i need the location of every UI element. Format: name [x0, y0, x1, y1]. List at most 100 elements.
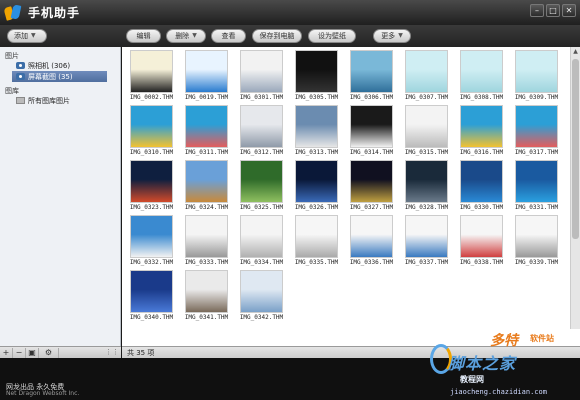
- thumbnail-item[interactable]: IMG_0311.THM: [179, 103, 234, 158]
- watermark-site: 脚本之家: [448, 354, 517, 373]
- thumbnail-image[interactable]: [240, 105, 283, 148]
- thumbnail-item[interactable]: IMG_0341.THM: [179, 268, 234, 323]
- thumbnail-item[interactable]: IMG_0316.THM: [454, 103, 509, 158]
- thumbnail-image[interactable]: [185, 160, 228, 203]
- thumbnail-image[interactable]: [350, 215, 393, 258]
- thumbnail-item[interactable]: IMG_0334.THM: [234, 213, 289, 268]
- thumbnail-filename: IMG_0309.THM: [514, 94, 559, 101]
- thumbnail-item[interactable]: IMG_0330.THM: [454, 158, 509, 213]
- scroll-thumb[interactable]: [572, 59, 579, 239]
- thumbnail-image[interactable]: [130, 160, 173, 203]
- thumbnail-image[interactable]: [240, 160, 283, 203]
- thumbnail-image[interactable]: [405, 215, 448, 258]
- remove-album-button[interactable]: −: [13, 347, 26, 358]
- thumbnail-item[interactable]: IMG_0339.THM: [509, 213, 564, 268]
- thumbnail-image[interactable]: [405, 105, 448, 148]
- resize-grip-icon[interactable]: ⋮⋮: [105, 348, 119, 356]
- thumbnail-item[interactable]: IMG_0002.THM: [124, 48, 179, 103]
- thumbnail-item[interactable]: IMG_0306.THM: [344, 48, 399, 103]
- thumbnail-image[interactable]: [295, 105, 338, 148]
- thumbnail-image[interactable]: [405, 160, 448, 203]
- thumbnail-item[interactable]: IMG_0333.THM: [179, 213, 234, 268]
- thumbnail-item[interactable]: IMG_0323.THM: [124, 158, 179, 213]
- thumbnail-image[interactable]: [295, 215, 338, 258]
- sidebar-item-label: 所有图库图片: [28, 96, 70, 105]
- settings-button[interactable]: ⚙: [39, 347, 59, 358]
- delete-button[interactable]: 删除 ▼: [166, 29, 206, 43]
- thumbnail-item[interactable]: IMG_0310.THM: [124, 103, 179, 158]
- more-button[interactable]: 更多 ▼: [373, 29, 411, 43]
- sidebar-toolbar: + − ▣ ⚙ ⋮⋮: [0, 346, 121, 358]
- thumbnail-item[interactable]: IMG_0327.THM: [344, 158, 399, 213]
- thumbnail-image[interactable]: [460, 215, 503, 258]
- scroll-up-icon[interactable]: ▲: [571, 47, 580, 56]
- thumbnail-item[interactable]: IMG_0342.THM: [234, 268, 289, 323]
- thumbnail-item[interactable]: IMG_0019.THM: [179, 48, 234, 103]
- thumbnail-item[interactable]: IMG_0305.THM: [289, 48, 344, 103]
- thumbnail-item[interactable]: IMG_0308.THM: [454, 48, 509, 103]
- thumbnail-item[interactable]: IMG_0301.THM: [234, 48, 289, 103]
- thumbnail-filename: IMG_0342.THM: [239, 314, 284, 321]
- thumbnail-image[interactable]: [130, 50, 173, 93]
- thumbnail-image[interactable]: [130, 270, 173, 313]
- thumbnail-image[interactable]: [185, 50, 228, 93]
- add-album-button[interactable]: +: [0, 347, 13, 358]
- thumbnail-item[interactable]: IMG_0338.THM: [454, 213, 509, 268]
- thumbnail-item[interactable]: IMG_0332.THM: [124, 213, 179, 268]
- watermark-tagline: 软件站: [530, 334, 554, 343]
- save-to-pc-button[interactable]: 保存到电脑: [252, 29, 302, 43]
- thumbnail-image[interactable]: [350, 105, 393, 148]
- minimize-button[interactable]: –: [530, 4, 544, 17]
- thumbnail-item[interactable]: IMG_0340.THM: [124, 268, 179, 323]
- thumbnail-image[interactable]: [130, 105, 173, 148]
- vertical-scrollbar[interactable]: ▲: [570, 47, 580, 329]
- thumbnail-item[interactable]: IMG_0328.THM: [399, 158, 454, 213]
- thumbnail-image[interactable]: [515, 50, 558, 93]
- thumbnail-item[interactable]: IMG_0325.THM: [234, 158, 289, 213]
- thumbnail-filename: IMG_0340.THM: [129, 314, 174, 321]
- thumbnail-image[interactable]: [295, 160, 338, 203]
- thumbnail-filename: IMG_0315.THM: [404, 149, 449, 156]
- thumbnail-image[interactable]: [240, 270, 283, 313]
- thumbnail-image[interactable]: [460, 50, 503, 93]
- album-info-button[interactable]: ▣: [26, 347, 39, 358]
- thumbnail-image[interactable]: [185, 270, 228, 313]
- edit-button[interactable]: 编辑: [126, 29, 161, 43]
- thumbnail-item[interactable]: IMG_0317.THM: [509, 103, 564, 158]
- add-dropdown-button[interactable]: 添加 ▼: [7, 29, 47, 43]
- view-button[interactable]: 查看: [211, 29, 246, 43]
- close-button[interactable]: ✕: [562, 4, 576, 17]
- camera-icon: [16, 73, 25, 80]
- thumbnail-image[interactable]: [295, 50, 338, 93]
- thumbnail-item[interactable]: IMG_0313.THM: [289, 103, 344, 158]
- thumbnail-image[interactable]: [185, 105, 228, 148]
- thumbnail-item[interactable]: IMG_0331.THM: [509, 158, 564, 213]
- thumbnail-item[interactable]: IMG_0337.THM: [399, 213, 454, 268]
- thumbnail-image[interactable]: [185, 215, 228, 258]
- thumbnail-image[interactable]: [350, 160, 393, 203]
- sidebar-item-all-gallery[interactable]: 所有图库图片: [0, 95, 120, 106]
- thumbnail-image[interactable]: [350, 50, 393, 93]
- thumbnail-image[interactable]: [515, 215, 558, 258]
- maximize-button[interactable]: □: [546, 4, 560, 17]
- sidebar-item-screenshots[interactable]: 屏幕截图 (35): [12, 71, 107, 82]
- sidebar-item-camera[interactable]: 照相机 (306): [0, 60, 120, 71]
- thumbnail-image[interactable]: [240, 50, 283, 93]
- thumbnail-item[interactable]: IMG_0309.THM: [509, 48, 564, 103]
- thumbnail-image[interactable]: [515, 160, 558, 203]
- thumbnail-item[interactable]: IMG_0314.THM: [344, 103, 399, 158]
- thumbnail-item[interactable]: IMG_0324.THM: [179, 158, 234, 213]
- thumbnail-image[interactable]: [405, 50, 448, 93]
- thumbnail-item[interactable]: IMG_0335.THM: [289, 213, 344, 268]
- thumbnail-image[interactable]: [460, 160, 503, 203]
- thumbnail-item[interactable]: IMG_0312.THM: [234, 103, 289, 158]
- thumbnail-image[interactable]: [130, 215, 173, 258]
- thumbnail-item[interactable]: IMG_0336.THM: [344, 213, 399, 268]
- thumbnail-item[interactable]: IMG_0315.THM: [399, 103, 454, 158]
- thumbnail-image[interactable]: [460, 105, 503, 148]
- thumbnail-item[interactable]: IMG_0326.THM: [289, 158, 344, 213]
- thumbnail-image[interactable]: [515, 105, 558, 148]
- thumbnail-item[interactable]: IMG_0307.THM: [399, 48, 454, 103]
- thumbnail-image[interactable]: [240, 215, 283, 258]
- set-wallpaper-button[interactable]: 设为壁纸: [308, 29, 356, 43]
